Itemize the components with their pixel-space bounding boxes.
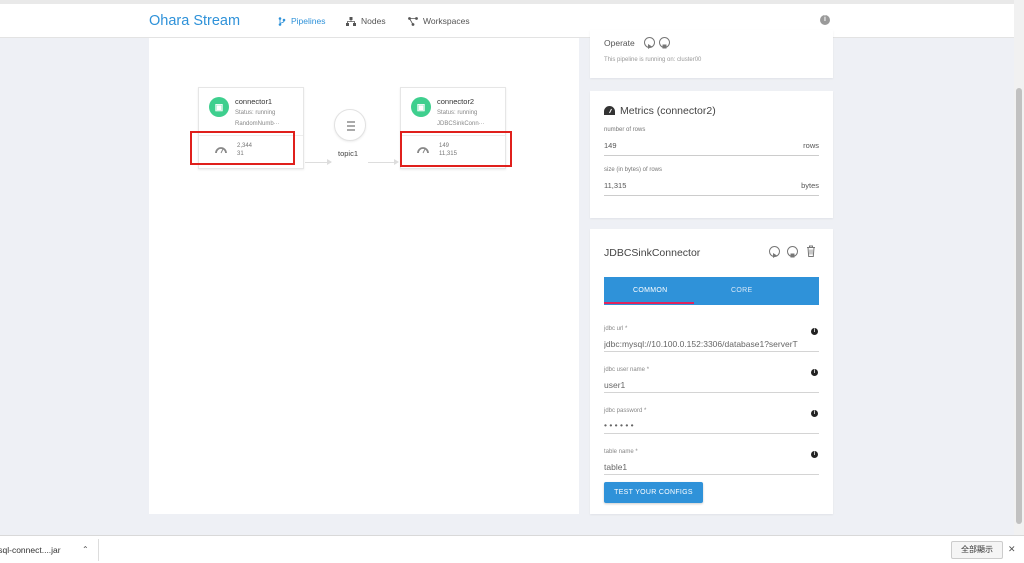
bytes-unit: bytes xyxy=(801,181,819,190)
nav-nodes[interactable]: Nodes xyxy=(346,16,386,26)
connector2-status: Status: running xyxy=(437,110,478,116)
operate-label: Operate xyxy=(604,38,635,48)
highlight-box-connector1 xyxy=(190,131,295,165)
config-tabs: COMMON CORE xyxy=(604,277,819,305)
operate-card: Operate This pipeline is running on: clu… xyxy=(590,30,833,78)
speedometer-icon xyxy=(604,106,615,115)
connector1-name: connector1 xyxy=(235,97,273,106)
jdbc-url-underline xyxy=(604,351,819,352)
jdbc-user-label: jdbc user name * xyxy=(604,367,650,373)
stop-pipeline-button[interactable] xyxy=(659,37,670,49)
nav-pipelines-label: Pipelines xyxy=(291,16,326,26)
jdbc-password-input[interactable]: • • • • • • xyxy=(604,420,820,430)
jdbc-url-input[interactable]: jdbc:mysql://10.100.0.152:3306/database1… xyxy=(604,339,820,349)
source-connector-icon: ▣ xyxy=(209,97,229,117)
scrollbar-thumb[interactable] xyxy=(1016,88,1022,524)
stop-icon xyxy=(790,253,795,258)
top-navbar: Ohara Stream Pipelines Nodes Workspaces … xyxy=(0,0,1014,38)
tab-core[interactable]: CORE xyxy=(731,287,752,294)
highlight-box-connector2 xyxy=(400,131,512,167)
connector-panel-title: JDBCSinkConnector xyxy=(604,247,701,259)
download-separator xyxy=(98,539,99,561)
connector-config-card: JDBCSinkConnector COMMON CORE jdbc url *… xyxy=(590,229,833,514)
tab-common[interactable]: COMMON xyxy=(633,287,667,294)
close-icon[interactable]: ✕ xyxy=(1008,544,1016,555)
table-name-input[interactable]: table1 xyxy=(604,462,820,472)
nav-nodes-label: Nodes xyxy=(361,16,386,26)
nav-workspaces-label: Workspaces xyxy=(423,16,470,26)
bytes-label: size (in bytes) of rows xyxy=(604,167,663,173)
rows-underline xyxy=(604,155,819,156)
chevron-up-icon[interactable]: ⌃ xyxy=(82,545,89,554)
bytes-underline xyxy=(604,195,819,196)
jdbc-user-input[interactable]: user1 xyxy=(604,380,820,390)
download-bar: ysql-connect....jar ⌃ 全部顯示 ✕ xyxy=(0,535,1024,563)
nodes-icon xyxy=(346,16,356,26)
stop-icon xyxy=(662,44,667,49)
table-name-label: table name * xyxy=(604,449,638,455)
rows-unit: rows xyxy=(803,141,819,150)
edge-arrow-1 xyxy=(327,159,332,165)
rows-label: number of rows xyxy=(604,127,646,133)
bytes-value: 11,315 xyxy=(604,181,627,190)
operate-cluster-info: This pipeline is running on: cluster00 xyxy=(604,57,702,63)
connector2-class: JDBCSinkConn··· xyxy=(437,121,485,127)
topic1-label: topic1 xyxy=(338,149,359,158)
jdbc-url-label: jdbc url * xyxy=(604,326,628,332)
jdbc-password-label: jdbc password * xyxy=(604,408,647,414)
nav-workspaces[interactable]: Workspaces xyxy=(408,16,470,26)
rows-value: 149 xyxy=(604,141,617,150)
metrics-title: Metrics (connector2) xyxy=(620,105,716,117)
info-icon[interactable]: i xyxy=(820,15,830,25)
play-icon xyxy=(648,44,652,49)
start-connector-button[interactable] xyxy=(769,246,780,258)
table-name-underline xyxy=(604,474,819,475)
active-tab-indicator xyxy=(604,302,694,304)
pipeline-canvas[interactable]: ▣ connector1 Status: running RandomNumb·… xyxy=(149,38,579,514)
workspaces-icon xyxy=(408,16,418,26)
metrics-card: Metrics (connector2) number of rows 149 … xyxy=(590,91,833,218)
sink-connector-icon: ▣ xyxy=(411,97,431,117)
jdbc-user-underline xyxy=(604,392,819,393)
connector1-class: RandomNumb··· xyxy=(235,121,280,127)
brand-logo[interactable]: Ohara Stream xyxy=(149,13,240,29)
info-icon[interactable]: i xyxy=(811,410,818,417)
start-pipeline-button[interactable] xyxy=(644,37,655,49)
connector1-status: Status: running xyxy=(235,110,276,116)
list-icon xyxy=(347,121,355,131)
info-icon[interactable]: i xyxy=(811,451,818,458)
test-configs-button[interactable]: TEST YOUR CONFIGS xyxy=(604,482,703,503)
nav-pipelines[interactable]: Pipelines xyxy=(278,16,326,26)
delete-icon[interactable] xyxy=(806,245,816,257)
edge-arrow-2 xyxy=(394,159,399,165)
edge-topic-connector2 xyxy=(368,162,395,163)
stop-connector-button[interactable] xyxy=(787,246,798,258)
pipelines-icon xyxy=(278,16,286,26)
info-icon[interactable]: i xyxy=(811,328,818,335)
download-item[interactable]: ysql-connect....jar xyxy=(0,545,61,555)
play-icon xyxy=(773,253,777,258)
show-all-button[interactable]: 全部顯示 xyxy=(951,541,1003,559)
info-icon[interactable]: i xyxy=(811,369,818,376)
jdbc-password-underline xyxy=(604,433,819,434)
topic1-node[interactable] xyxy=(334,109,366,141)
connector2-name: connector2 xyxy=(437,97,475,106)
